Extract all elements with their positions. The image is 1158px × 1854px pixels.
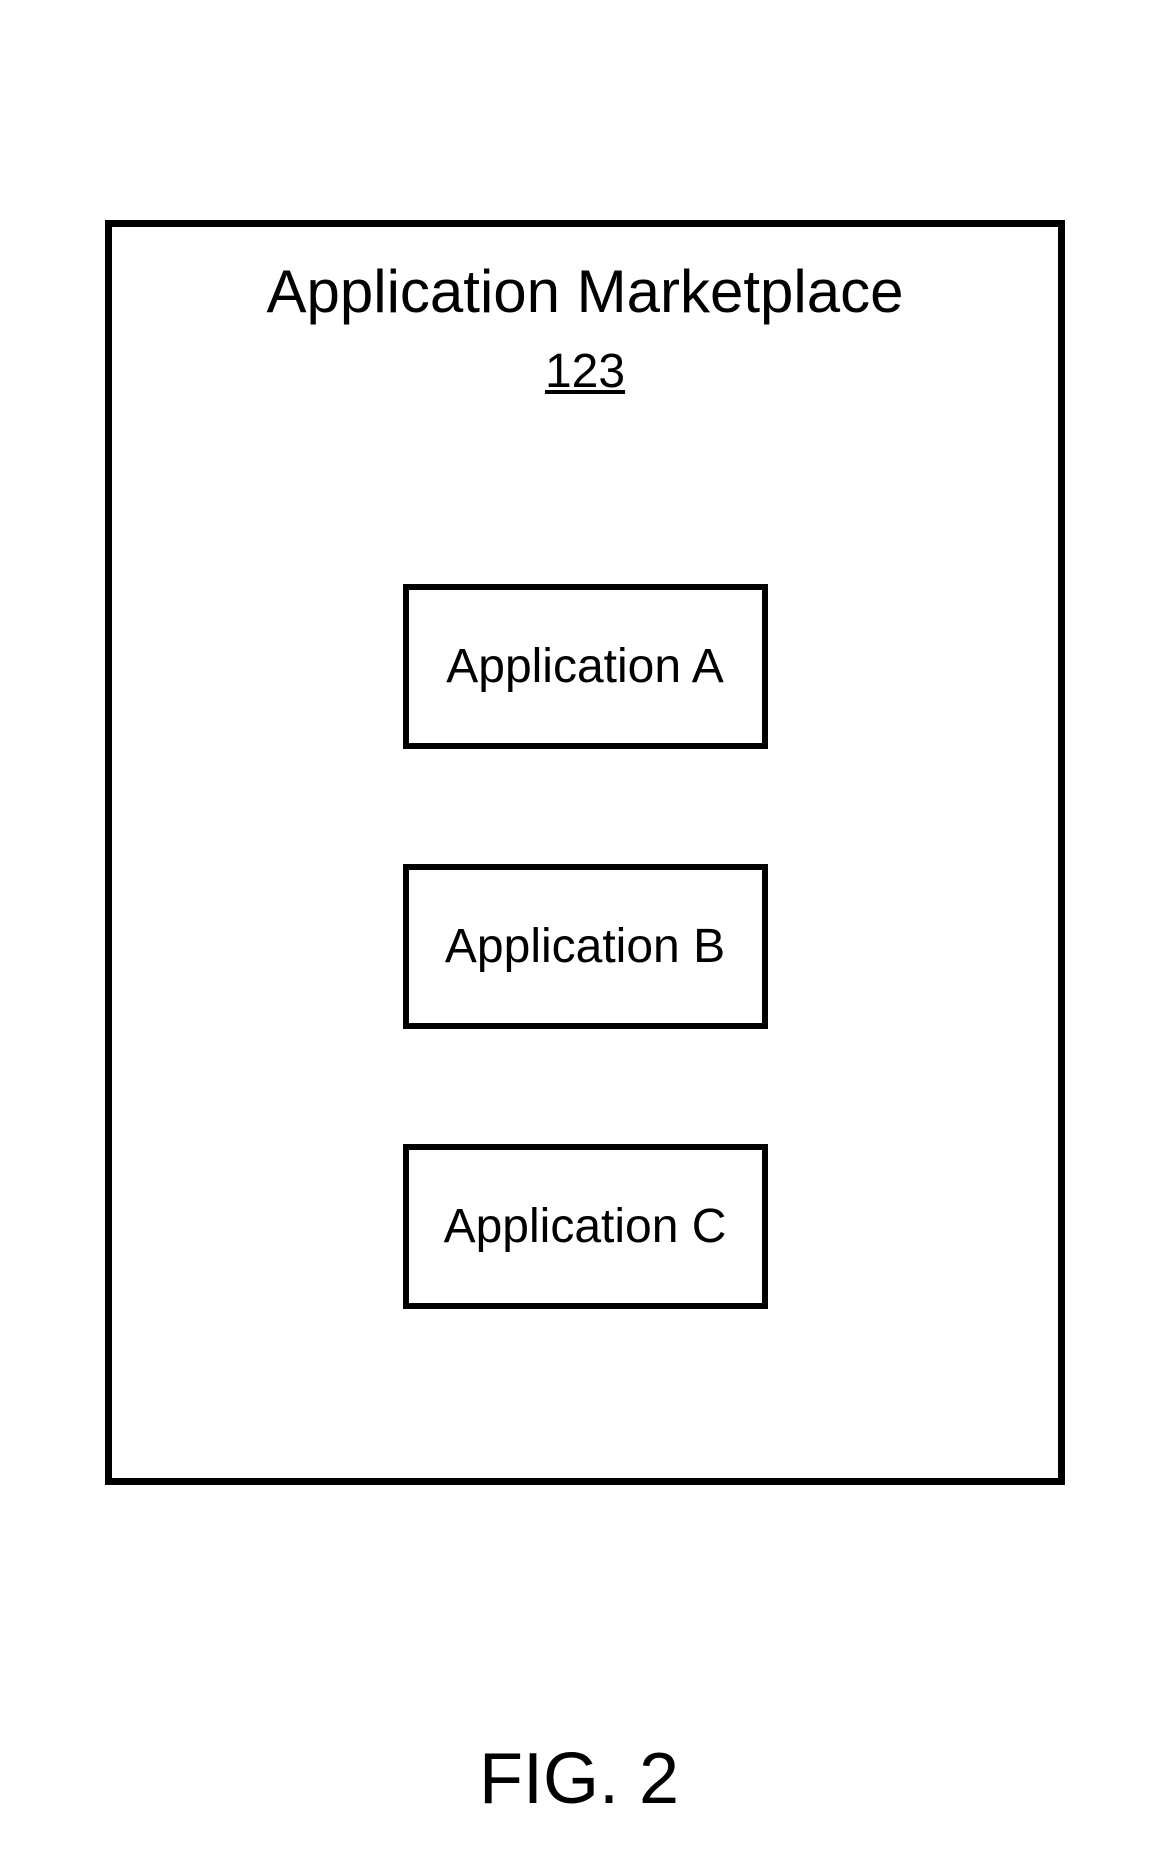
application-a-button[interactable]: Application A [403, 584, 768, 749]
figure-label: FIG. 2 [0, 1738, 1158, 1820]
panel-ref-number: 123 [112, 344, 1058, 399]
application-b-button[interactable]: Application B [403, 864, 768, 1029]
app-label: Application B [445, 919, 725, 974]
panel-title: Application Marketplace [112, 257, 1058, 326]
app-label: Application A [446, 639, 724, 694]
marketplace-panel: Application Marketplace 123 Application … [105, 220, 1065, 1485]
app-label: Application C [444, 1199, 727, 1254]
application-c-button[interactable]: Application C [403, 1144, 768, 1309]
apps-list: Application A Application B Application … [112, 584, 1058, 1309]
